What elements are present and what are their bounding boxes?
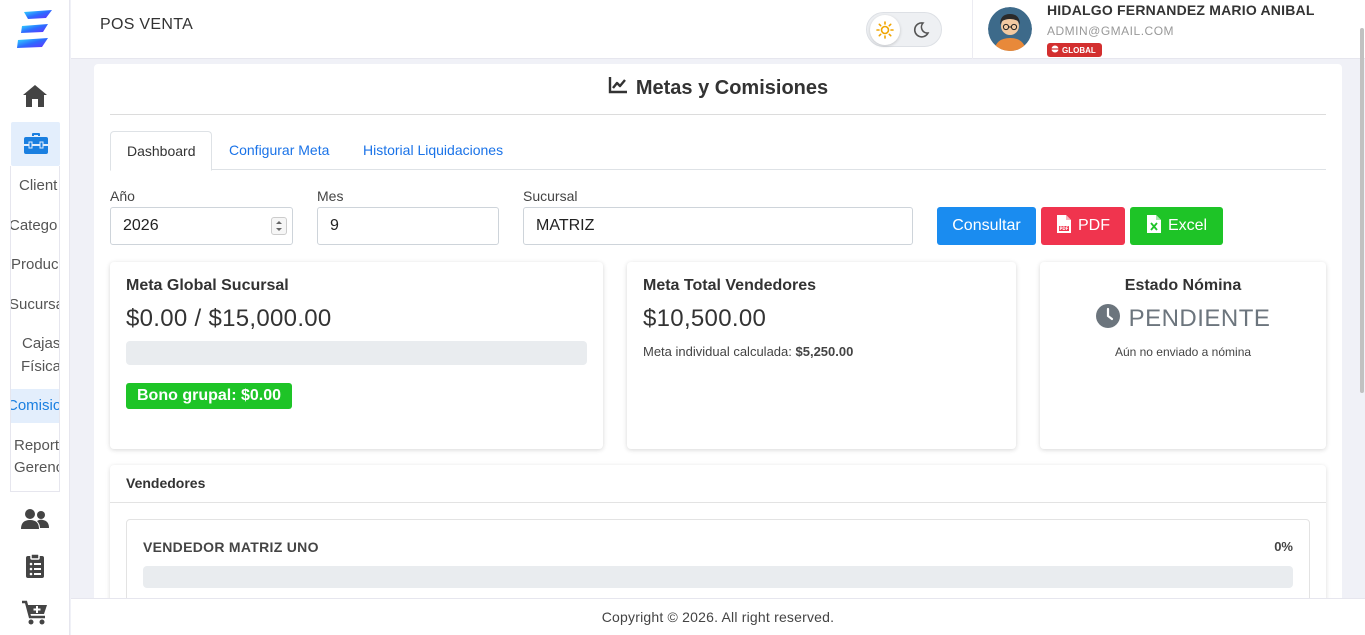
sidebar-item-sucursales[interactable]: Sucursa (11, 294, 59, 316)
footer: Copyright © 2026. All right reserved. (71, 598, 1365, 635)
estado-status-text: PENDIENTE (1128, 304, 1271, 332)
clock-icon (1095, 304, 1120, 333)
estado-subtitle: Aún no enviado a nómina (1114, 345, 1252, 359)
meta-global-title: Meta Global Sucursal (126, 277, 289, 294)
title-divider (110, 114, 1326, 115)
page-title: Metas y Comisiones (94, 76, 1342, 100)
sidebar-submenu: Client Catego Produc Sucursa Cajas Físic… (10, 166, 60, 492)
month-input[interactable]: 9 (317, 207, 499, 245)
estado-title: Estado Nómina (1124, 277, 1242, 294)
app-title: POS VENTA (100, 16, 194, 33)
page-title-text: Metas y Comisiones (635, 76, 829, 99)
pdf-button-label: PDF (1078, 217, 1110, 234)
sidebar-item-reportes[interactable]: Report (14, 435, 59, 457)
moon-icon[interactable] (910, 19, 932, 41)
tab-configurar-meta[interactable]: Configurar Meta (213, 131, 345, 170)
pdf-file-icon: PDF (1056, 214, 1072, 239)
clipboard-icon[interactable] (15, 546, 55, 586)
meta-individual-value: $5,250.00 (795, 344, 854, 359)
year-value: 2026 (123, 217, 159, 234)
line-chart-icon (608, 76, 628, 100)
vendedores-card: Vendedores VENDEDOR MATRIZ UNO 0% (110, 465, 1326, 604)
top-bar: POS VENTA HIDALGO FERNANDEZ MARIO ANIBAL… (71, 0, 1365, 59)
user-email: ADMIN@GMAIL.COM (1047, 24, 1175, 38)
sidebar-item-clientes[interactable]: Client (19, 175, 57, 197)
sidebar-item-categorias[interactable]: Catego (11, 215, 57, 237)
vendedor-percent: 0% (1274, 539, 1293, 554)
sidebar-item-productos[interactable]: Produc (11, 254, 59, 276)
vendedores-title: Vendedores (110, 465, 1326, 503)
month-label: Mes (317, 188, 344, 204)
list-item: VENDEDOR MATRIZ UNO 0% (126, 519, 1310, 604)
meta-total-value: $10,500.00 (643, 305, 767, 332)
consultar-button[interactable]: Consultar (937, 207, 1036, 245)
branch-label: Sucursal (523, 188, 578, 204)
meta-global-value: $0.00 / $15,000.00 (126, 305, 332, 332)
cart-plus-icon[interactable] (15, 593, 55, 633)
meta-global-card: Meta Global Sucursal $0.00 / $15,000.00 … (110, 262, 603, 449)
meta-global-progress (126, 341, 587, 365)
role-badge-label: GLOBAL (1062, 45, 1096, 55)
sidebar-item-comisiones[interactable]: Comisio (11, 389, 59, 423)
globe-icon (1051, 45, 1059, 55)
year-spinner[interactable] (271, 217, 287, 235)
toolbox-icon[interactable] (11, 122, 60, 166)
meta-total-title: Meta Total Vendedores (643, 277, 817, 294)
topbar-divider (972, 0, 973, 59)
sidebar-item-gerencia[interactable]: Gerenc (14, 457, 59, 479)
sidebar: Client Catego Produc Sucursa Cajas Físic… (0, 0, 70, 635)
user-avatar[interactable] (988, 7, 1032, 51)
tabs: Dashboard Configurar Meta Historial Liqu… (110, 131, 1326, 171)
vendedor-progress (143, 566, 1293, 588)
year-input[interactable]: 2026 (110, 207, 293, 245)
sun-icon[interactable] (870, 15, 900, 45)
tab-dashboard[interactable]: Dashboard (110, 131, 212, 171)
pdf-button[interactable]: PDF PDF (1041, 207, 1125, 245)
user-name: HIDALGO FERNANDEZ MARIO ANIBAL (1047, 2, 1315, 18)
page-scrollbar[interactable] (1360, 28, 1364, 393)
vendedor-name: VENDEDOR MATRIZ UNO (143, 539, 319, 555)
app-logo[interactable] (16, 8, 56, 50)
excel-button[interactable]: Excel (1130, 207, 1223, 245)
estado-nomina-card: Estado Nómina PENDIENTE Aún no enviado a… (1040, 262, 1326, 449)
theme-toggle[interactable] (866, 12, 942, 47)
sidebar-item-cajas[interactable]: Cajas (22, 333, 59, 355)
year-label: Año (110, 188, 135, 204)
users-icon[interactable] (15, 499, 55, 539)
estado-status: PENDIENTE (1040, 304, 1326, 333)
tab-historial-liquidaciones[interactable]: Historial Liquidaciones (347, 131, 519, 170)
svg-text:PDF: PDF (1060, 226, 1069, 231)
branch-select[interactable]: MATRIZ (523, 207, 913, 245)
excel-button-label: Excel (1167, 217, 1208, 234)
meta-total-card: Meta Total Vendedores $10,500.00 Meta in… (627, 262, 1016, 449)
excel-file-icon (1146, 214, 1162, 239)
main-content: Metas y Comisiones Dashboard Configurar … (94, 64, 1342, 604)
bono-grupal-badge: Bono grupal: $0.00 (126, 383, 293, 409)
home-icon[interactable] (15, 76, 55, 116)
meta-individual-label: Meta individual calculada: (643, 344, 792, 359)
role-badge: GLOBAL (1047, 43, 1102, 57)
sidebar-item-cajas-fisicas[interactable]: Física (21, 356, 59, 378)
meta-individual: Meta individual calculada: $5,250.00 (643, 344, 853, 359)
